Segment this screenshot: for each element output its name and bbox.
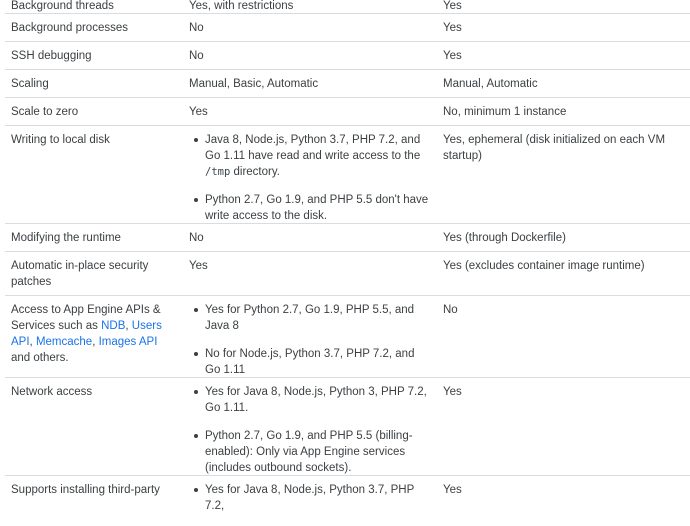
table-row: Background processes No Yes	[5, 14, 690, 42]
table-row: Scaling Manual, Basic, Automatic Manual,…	[5, 70, 690, 98]
row-label: Automatic in-place security patches	[11, 260, 149, 288]
table-row: Access to App Engine APIs & Services suc…	[5, 296, 690, 378]
flexible-env-value: No	[443, 304, 458, 316]
table-row: Background threads Yes, with restriction…	[5, 0, 690, 14]
standard-env-value: Yes for Java 8, Node.js, Python 3.7, PHP…	[183, 476, 437, 526]
standard-env-value: No	[189, 232, 204, 244]
row-label: Scaling	[11, 78, 49, 90]
images-api-link[interactable]: Images API	[99, 336, 158, 348]
flexible-env-value: Yes (excludes container image runtime)	[443, 260, 645, 272]
standard-env-value: Yes, with restrictions	[189, 0, 294, 12]
table-row: Scale to zero Yes No, minimum 1 instance	[5, 98, 690, 126]
flexible-env-value: Yes	[443, 22, 462, 34]
flexible-env-value: Yes	[443, 50, 462, 62]
list-item: Python 2.7, Go 1.9, and PHP 5.5 don't ha…	[194, 192, 431, 224]
row-label: Writing to local disk	[11, 134, 110, 146]
memcache-link[interactable]: Memcache	[36, 336, 92, 348]
bullet-list: Yes for Java 8, Node.js, Python 3.7, PHP…	[189, 482, 431, 514]
standard-env-value: Yes for Python 2.7, Go 1.9, PHP 5.5, and…	[183, 296, 437, 390]
code-path: /tmp	[205, 166, 231, 178]
standard-env-value: Manual, Basic, Automatic	[189, 78, 319, 90]
flexible-env-value: Yes (through Dockerfile)	[443, 232, 566, 244]
list-item: No for Node.js, Python 3.7, PHP 7.2, and…	[194, 346, 431, 378]
standard-env-value: No	[189, 22, 204, 34]
row-label: Scale to zero	[11, 106, 79, 118]
list-item: Yes for Java 8, Node.js, Python 3, PHP 7…	[194, 384, 431, 416]
comparison-table: Background threads Yes, with restriction…	[5, 0, 690, 516]
list-item: Java 8, Node.js, Python 3.7, PHP 7.2, an…	[194, 132, 431, 180]
standard-env-value: Yes	[189, 106, 208, 118]
flexible-env-value: No, minimum 1 instance	[443, 106, 567, 118]
row-label: Supports installing third-party	[11, 484, 160, 496]
flexible-env-value: Yes	[443, 386, 462, 398]
row-label: SSH debugging	[11, 50, 92, 62]
standard-env-value: No	[189, 50, 204, 62]
row-label: Network access	[11, 386, 93, 398]
table-row: Supports installing third-party Yes for …	[5, 476, 690, 516]
list-item: Python 2.7, Go 1.9, and PHP 5.5 (billing…	[194, 428, 431, 476]
bullet-list: Java 8, Node.js, Python 3.7, PHP 7.2, an…	[189, 132, 431, 224]
flexible-env-value: Manual, Automatic	[443, 78, 538, 90]
standard-env-value: Yes	[189, 260, 208, 272]
row-label: Modifying the runtime	[11, 232, 121, 244]
flexible-env-value: Yes	[443, 484, 462, 496]
flexible-env-value: Yes, ephemeral (disk initialized on each…	[443, 134, 666, 162]
standard-env-value: Yes for Java 8, Node.js, Python 3, PHP 7…	[183, 378, 437, 488]
ndb-link[interactable]: NDB	[101, 320, 125, 332]
row-label: Background threads	[11, 0, 114, 12]
table-row: Automatic in-place security patches Yes …	[5, 252, 690, 296]
bullet-list: Yes for Java 8, Node.js, Python 3, PHP 7…	[189, 384, 431, 476]
table-row: SSH debugging No Yes	[5, 42, 690, 70]
list-item: Yes for Python 2.7, Go 1.9, PHP 5.5, and…	[194, 302, 431, 334]
list-item: Yes for Java 8, Node.js, Python 3.7, PHP…	[194, 482, 431, 514]
bullet-list: Yes for Python 2.7, Go 1.9, PHP 5.5, and…	[189, 302, 431, 378]
table-row: Modifying the runtime No Yes (through Do…	[5, 224, 690, 252]
row-label: Background processes	[11, 22, 128, 34]
standard-env-value: Java 8, Node.js, Python 3.7, PHP 7.2, an…	[183, 126, 437, 236]
row-label: Access to App Engine APIs & Services suc…	[11, 304, 162, 364]
flexible-env-value: Yes	[443, 0, 462, 12]
table-row: Writing to local disk Java 8, Node.js, P…	[5, 126, 690, 224]
table-row: Network access Yes for Java 8, Node.js, …	[5, 378, 690, 476]
